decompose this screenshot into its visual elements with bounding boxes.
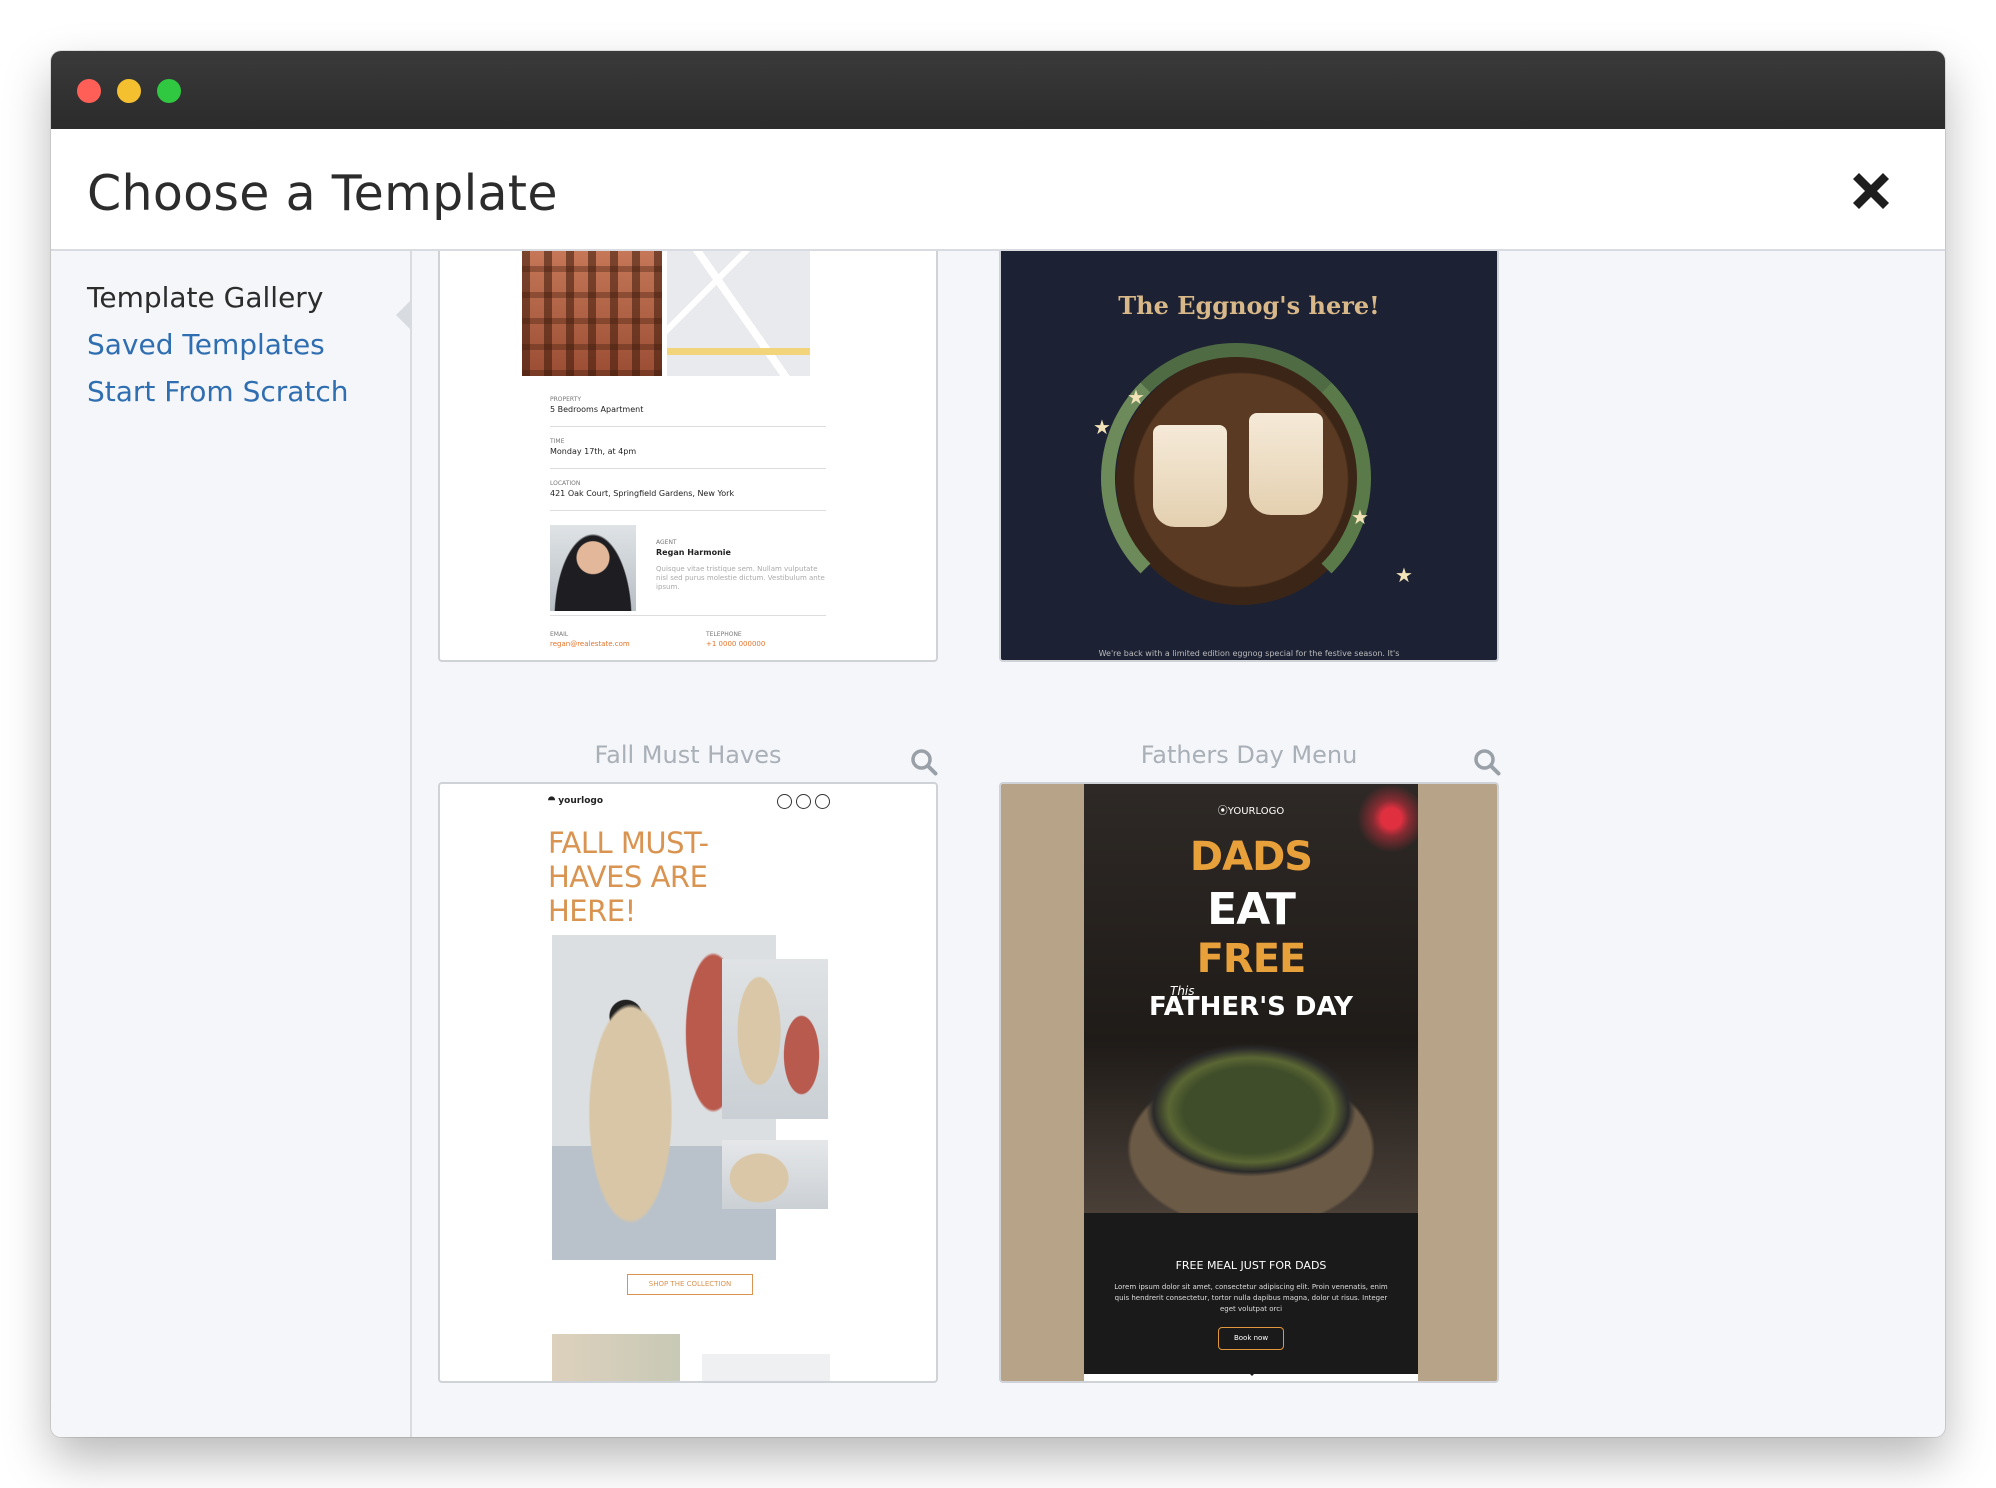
fall-headline: FALL MUST-HAVES ARE HERE! [548,826,709,928]
instagram-icon [815,794,830,809]
body-text: Lorem ipsum dolor sit amet, consectetur … [1114,1283,1388,1313]
template-name: Fathers Day Menu [1140,741,1358,769]
divider [550,510,826,511]
fashion-photo [722,959,828,1119]
sidebar-item-saved-templates[interactable]: Saved Templates [87,328,325,361]
eggnog-glass [1153,425,1227,527]
template-name: Fall Must Haves [594,741,782,769]
facebook-icon [777,794,792,809]
close-button[interactable] [1847,167,1895,215]
product-photo [702,1354,830,1381]
real-estate-preview: PROPERTY 5 Bedrooms Apartment TIME Monda… [522,251,826,660]
template-thumbnail[interactable]: ⯊ yourlogo FALL MUST-HAVES ARE HERE! SHO… [438,782,938,1383]
agent-bio: Quisque vitae tristique sem. Nullam vulp… [656,565,825,591]
notch [1244,1368,1260,1376]
dialog-header: Choose a Template [51,129,1945,251]
agent-avatar [550,525,636,611]
template-thumbnail[interactable]: PROPERTY 5 Bedrooms Apartment TIME Monda… [438,251,938,662]
divider [550,426,826,427]
fashion-photo [722,1140,828,1209]
eggnog-glass [1249,413,1323,515]
star-icon: ★ [1351,505,1369,529]
sidebar-item-template-gallery[interactable]: Template Gallery [87,281,323,314]
product-photo [552,1334,680,1381]
headline-eat: EAT [1207,884,1296,935]
headline-dads: DADS [1189,834,1313,880]
template-thumbnail[interactable]: ⦿YOURLOGO DADS EAT FREE This FATHER'S DA… [999,782,1499,1383]
window-close-dot[interactable] [77,79,101,103]
template-chooser-window: Choose a Template Template Gallery Saved… [51,51,1945,1437]
eggnog-footer-text: We're back with a limited edition eggnog… [1098,649,1400,658]
shop-collection-button: SHOP THE COLLECTION [627,1274,753,1295]
eggnog-headline: The Eggnog's here! [1118,291,1380,320]
headline-fathers-day: FATHER'S DAY [1149,992,1353,1022]
agent-name: Regan Harmonie [656,548,731,557]
search-icon[interactable] [910,748,938,776]
location-label: LOCATION [550,480,581,487]
time-label: TIME [550,438,565,445]
divider [550,615,826,616]
building-photo [522,251,662,376]
fathers-day-preview: ⦿YOURLOGO DADS EAT FREE This FATHER'S DA… [1084,784,1418,1381]
location-value: 421 Oak Court, Springfield Gardens, New … [550,489,735,498]
headline-free: FREE [1196,936,1307,982]
email-label: EMAIL [550,631,569,638]
wreath-image [1101,343,1371,613]
star-icon: ★ [1127,385,1145,409]
active-indicator [396,299,412,331]
search-icon[interactable] [1473,748,1501,776]
property-value: 5 Bedrooms Apartment [550,405,644,414]
star-icon: ★ [1395,563,1413,587]
divider [550,468,826,469]
dialog-title: Choose a Template [87,165,558,222]
twitter-icon [796,794,811,809]
sidebar-item-start-from-scratch[interactable]: Start From Scratch [87,375,349,408]
property-label: PROPERTY [550,396,581,403]
title-bar [51,51,1945,129]
phone-value: +1 0000 000000 [706,640,766,648]
phone-label: TELEPHONE [706,631,742,638]
template-thumbnail[interactable]: The Eggnog's here! ★ ★ ★ ★ We're back wi… [999,251,1499,662]
brand-logo: ⦿YOURLOGO [1217,806,1285,817]
sidebar: Template Gallery Saved Templates Start F… [51,251,412,1437]
window-zoom-dot[interactable] [157,79,181,103]
template-gallery: PROPERTY 5 Bedrooms Apartment TIME Monda… [414,251,1945,1437]
brand-logo: ⯊ yourlogo [548,796,604,806]
agent-label: AGENT [656,539,677,546]
map-image [667,251,810,376]
star-icon: ★ [1093,415,1111,439]
email-value: regan@realestate.com [550,640,630,648]
close-icon [1853,173,1889,209]
time-value: Monday 17th, at 4pm [550,447,637,456]
window-minimize-dot[interactable] [117,79,141,103]
section-heading: FREE MEAL JUST FOR DADS [1175,1259,1327,1272]
book-now-button: Book now [1218,1327,1284,1350]
